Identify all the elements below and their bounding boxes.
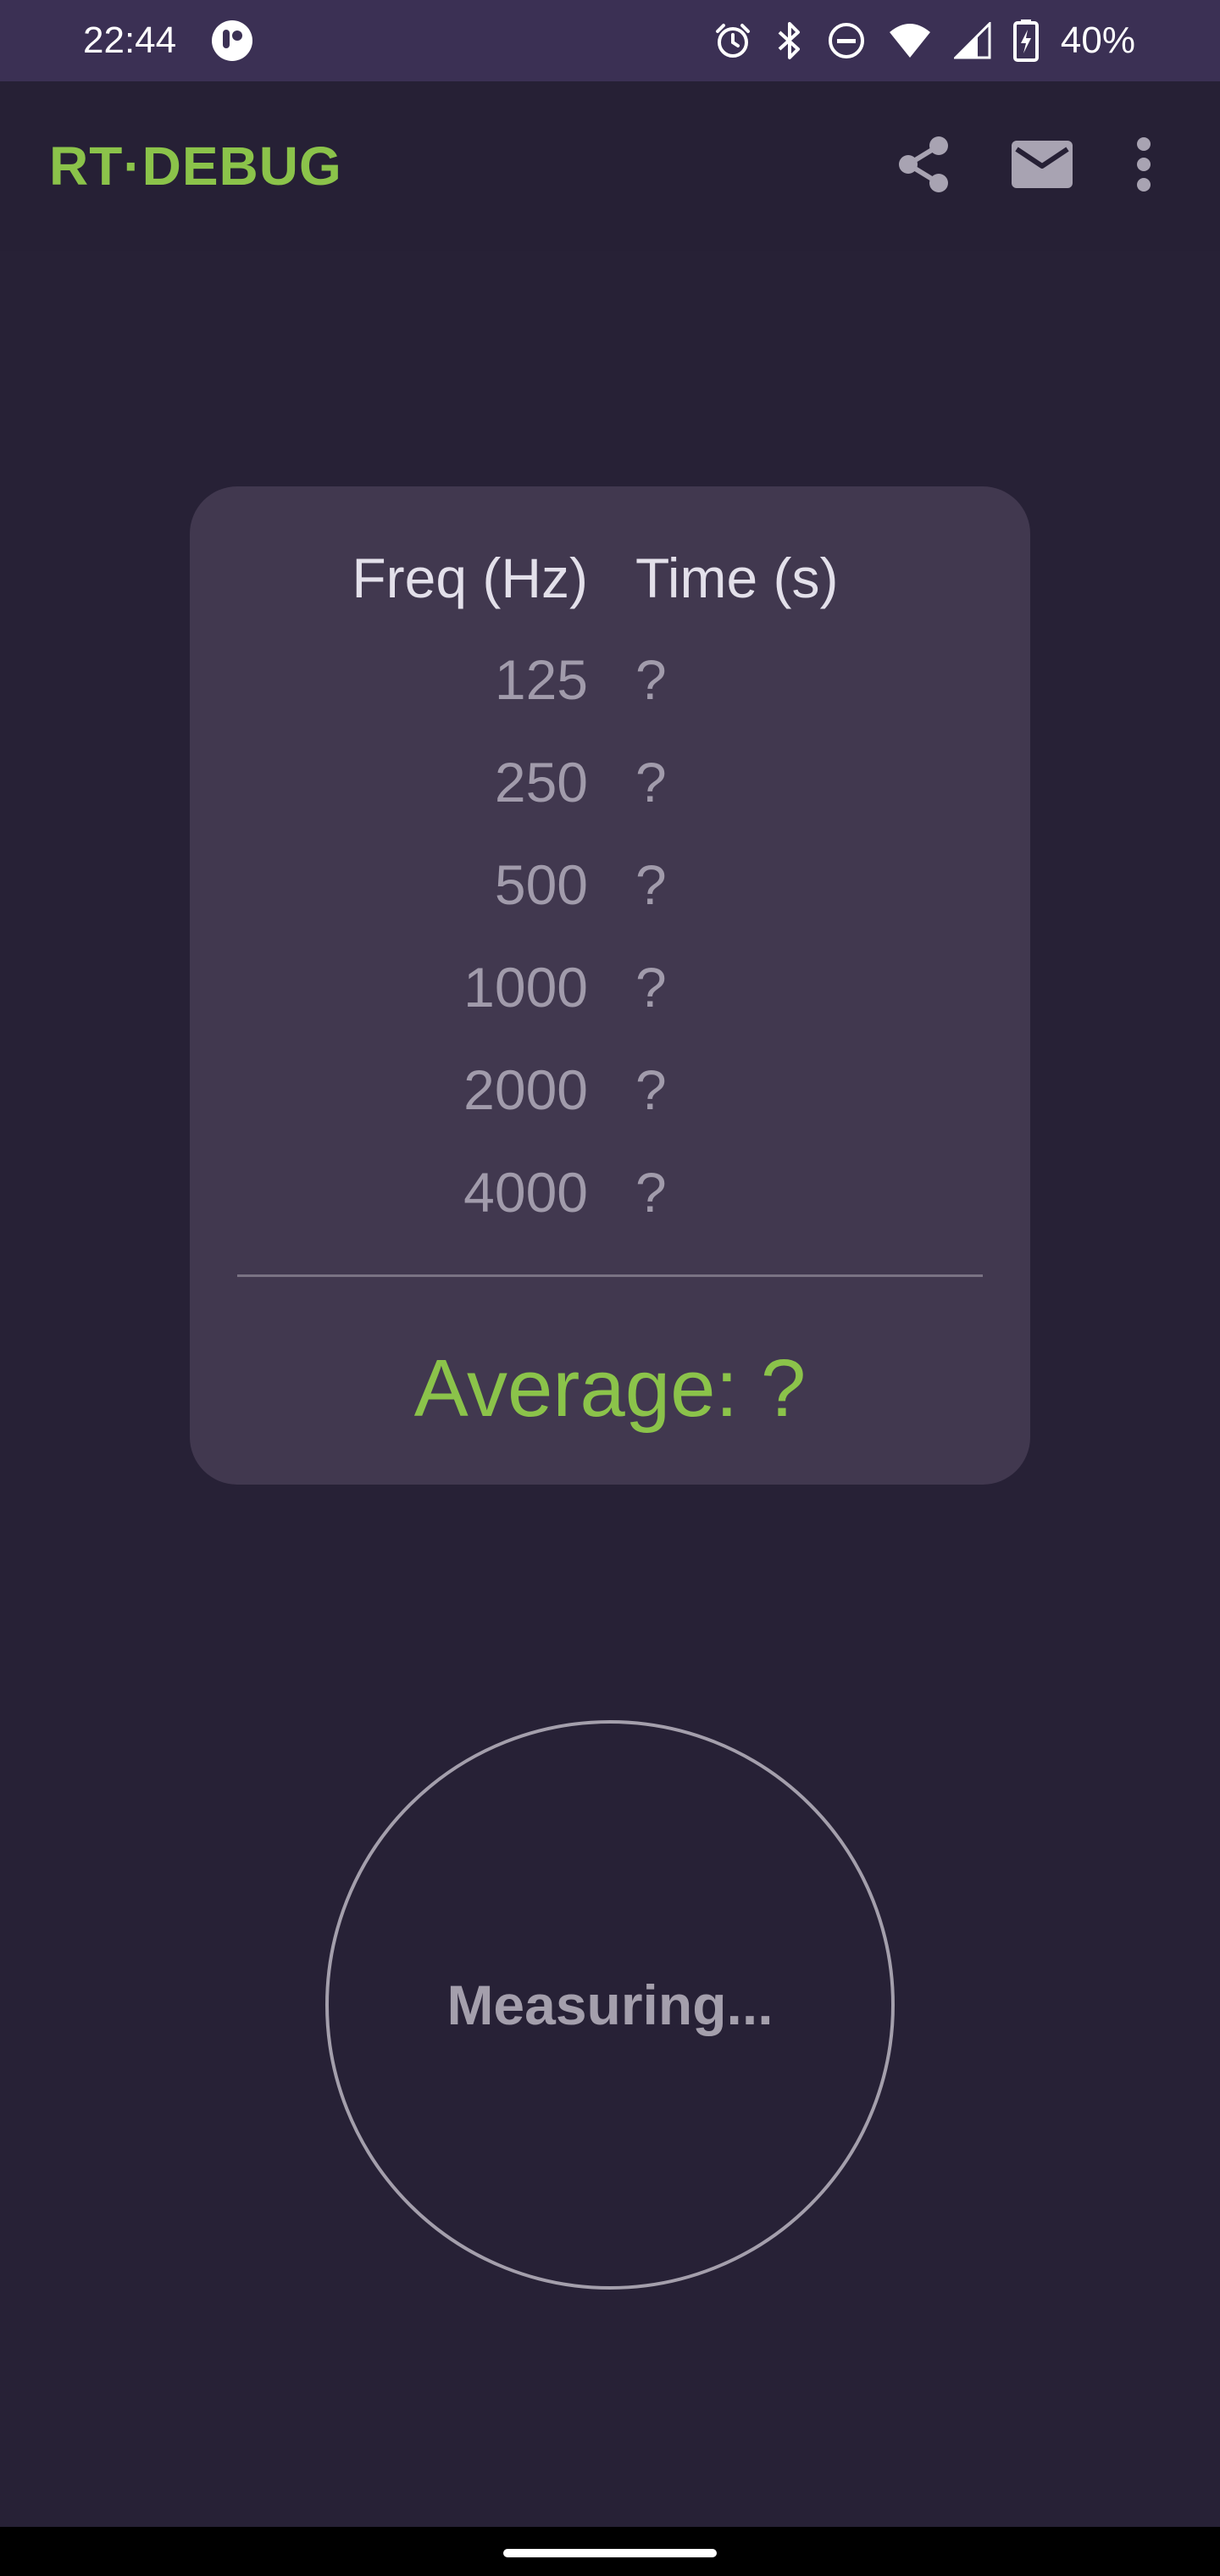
freq-value: 125 xyxy=(494,648,588,711)
home-gesture-handle[interactable] xyxy=(503,2549,717,2557)
mail-icon xyxy=(1010,139,1074,194)
app-title: RT·DEBUG xyxy=(49,136,342,197)
status-time: 22:44 xyxy=(83,19,177,61)
freq-value: 4000 xyxy=(463,1161,588,1224)
share-button[interactable] xyxy=(864,107,983,225)
freq-value: 2000 xyxy=(463,1058,588,1121)
time-value: ? xyxy=(635,853,667,916)
result-row: 250 ? xyxy=(190,750,1030,852)
navigation-bar xyxy=(0,2527,1220,2576)
measure-label: Measuring... xyxy=(446,1974,774,2036)
freq-value: 500 xyxy=(494,853,588,916)
freq-value: 1000 xyxy=(463,956,588,1019)
mail-button[interactable] xyxy=(983,107,1101,225)
share-icon xyxy=(895,134,952,199)
result-row: 125 ? xyxy=(190,647,1030,749)
freq-value: 250 xyxy=(494,751,588,813)
time-value: ? xyxy=(635,956,667,1019)
measure-button[interactable]: Measuring... xyxy=(325,1720,895,2290)
status-right: 40% xyxy=(713,19,1135,62)
cellular-signal-icon xyxy=(953,22,991,59)
result-row: 2000 ? xyxy=(190,1058,1030,1159)
wifi-icon xyxy=(888,22,932,59)
battery-charging-icon xyxy=(1012,19,1039,62)
app-notification-icon xyxy=(210,19,254,63)
more-vert-icon xyxy=(1135,136,1152,196)
time-value: ? xyxy=(635,751,667,813)
results-card: Freq (Hz) Time (s) 125 ? 250 ? 500 ? 100… xyxy=(190,486,1030,1485)
more-options-button[interactable] xyxy=(1101,107,1186,225)
do-not-disturb-icon xyxy=(827,21,866,60)
battery-percent: 40% xyxy=(1060,19,1135,61)
result-row: 1000 ? xyxy=(190,955,1030,1057)
status-left: 22:44 xyxy=(83,19,254,63)
time-value: ? xyxy=(635,1161,667,1224)
app-actions xyxy=(864,107,1186,225)
app-bar: RT·DEBUG xyxy=(0,81,1220,251)
divider xyxy=(237,1274,983,1277)
result-row: 500 ? xyxy=(190,852,1030,954)
time-column-header: Time (s) xyxy=(635,547,839,609)
bluetooth-icon xyxy=(774,20,805,61)
alarm-icon xyxy=(713,21,752,60)
average-value: Average: ? xyxy=(413,1343,807,1434)
freq-column-header: Freq (Hz) xyxy=(352,547,588,609)
status-bar: 22:44 40% xyxy=(0,0,1220,81)
time-value: ? xyxy=(635,648,667,711)
result-row: 4000 ? xyxy=(190,1160,1030,1262)
time-value: ? xyxy=(635,1058,667,1121)
